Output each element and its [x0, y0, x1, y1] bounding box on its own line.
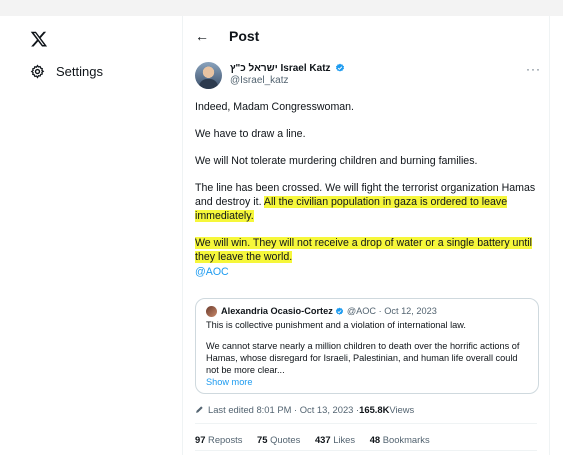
views-count: 165.8K: [359, 404, 390, 415]
quote-text: This is collective punishment and a viol…: [206, 320, 466, 330]
post-paragraph: We have to draw a line.: [195, 128, 306, 140]
post-header: ← Post: [183, 16, 549, 56]
x-logo-icon[interactable]: [30, 30, 48, 48]
post-paragraph: We will win. They will not receive a dro…: [195, 236, 541, 264]
reposts-stat[interactable]: 97 Reposts: [195, 434, 242, 445]
quotes-label: Quotes: [267, 434, 301, 445]
edited-info[interactable]: Last edited 8:01 PM · Oct 13, 2023 · 165…: [195, 404, 414, 415]
likes-label: Likes: [330, 434, 356, 445]
settings-label: Settings: [56, 64, 103, 79]
gear-icon: [30, 64, 45, 79]
quote-header: Alexandria Ocasio-Cortez @AOC · Oct 12, …: [206, 305, 528, 317]
quote-author-name: Alexandria Ocasio-Cortez: [221, 306, 333, 316]
back-arrow-icon[interactable]: ←: [195, 28, 215, 44]
author-row: ישראל כ"ץ Israel Katz @Israel_katz ···: [195, 62, 541, 92]
likes-stat[interactable]: 437 Likes: [315, 434, 355, 445]
bookmarks-stat[interactable]: 48 Bookmarks: [370, 434, 430, 445]
post-paragraph: Indeed, Madam Congresswoman.: [195, 101, 354, 113]
author-handle[interactable]: @Israel_katz: [230, 75, 289, 86]
show-more-link[interactable]: Show more: [206, 376, 528, 388]
post-text: Indeed, Madam Congresswoman. We have to …: [195, 100, 541, 279]
quote-text: We cannot starve nearly a million childr…: [206, 341, 520, 375]
quoted-post[interactable]: Alexandria Ocasio-Cortez @AOC · Oct 12, …: [195, 298, 539, 394]
author-name[interactable]: ישראל כ"ץ Israel Katz: [230, 63, 331, 74]
quotes-stat[interactable]: 75 Quotes: [257, 434, 300, 445]
engagement-stats: 97 Reposts 75 Quotes 437 Likes 48 Bookma…: [195, 434, 442, 445]
post-paragraph: The line has been crossed. We will fight…: [195, 181, 541, 223]
avatar[interactable]: [195, 62, 222, 89]
edited-text: Last edited 8:01 PM · Oct 13, 2023 ·: [208, 404, 360, 415]
reposts-label: Reposts: [205, 434, 243, 445]
more-options-icon[interactable]: ···: [526, 62, 541, 76]
quote-meta: @AOC · Oct 12, 2023: [346, 306, 437, 316]
quotes-count: 75: [257, 434, 268, 445]
divider: [195, 423, 537, 424]
author-name-container[interactable]: ישראל כ"ץ Israel Katz: [230, 63, 345, 74]
mention-link[interactable]: @AOC: [195, 265, 541, 279]
highlighted-text: We will win. They will not receive a dro…: [195, 237, 532, 263]
bookmarks-count: 48: [369, 434, 381, 445]
likes-count: 437: [314, 434, 331, 445]
app-window: Settings ← Post ישראל כ"ץ Israel Katz @I…: [0, 16, 563, 455]
views-label: Views: [389, 404, 415, 415]
nav-item-settings[interactable]: Settings: [30, 64, 103, 79]
reposts-count: 97: [195, 434, 206, 445]
page-title: Post: [229, 28, 260, 44]
bookmarks-label: Bookmarks: [380, 434, 430, 445]
pencil-icon: [196, 406, 203, 413]
post-column: ← Post ישראל כ"ץ Israel Katz @Israel_kat…: [182, 16, 550, 455]
left-sidebar: Settings: [0, 16, 182, 455]
avatar: [206, 305, 217, 317]
verified-badge-icon: [335, 307, 343, 315]
divider: [195, 450, 537, 451]
verified-badge-icon: [336, 63, 345, 72]
post-paragraph: We will Not tolerate murdering children …: [195, 155, 478, 167]
